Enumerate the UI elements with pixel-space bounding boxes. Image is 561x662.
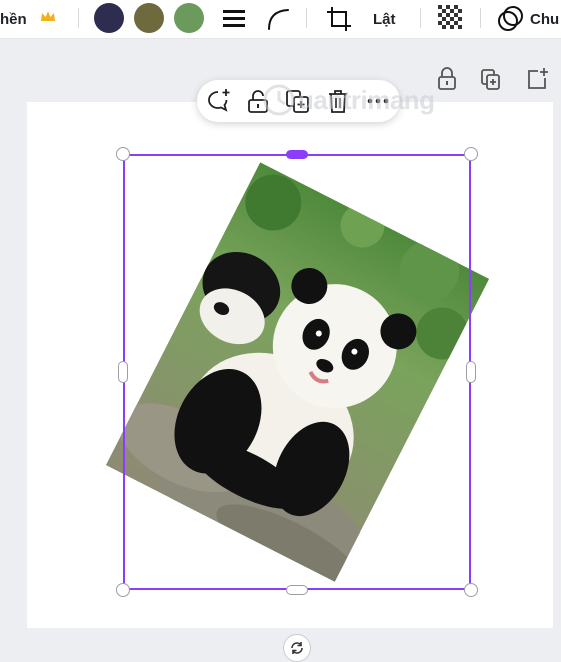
layers-icon[interactable] bbox=[497, 4, 525, 32]
crop-icon[interactable] bbox=[326, 6, 352, 32]
toolbar-separator bbox=[306, 8, 307, 28]
duplicate-icon[interactable] bbox=[480, 66, 502, 92]
add-page-icon[interactable] bbox=[525, 66, 549, 92]
lock-icon[interactable] bbox=[436, 66, 458, 92]
corner-rounding-icon[interactable] bbox=[266, 7, 292, 31]
trash-icon[interactable] bbox=[325, 88, 351, 114]
toolbar-separator bbox=[78, 8, 79, 28]
resize-handle-bottom-right[interactable] bbox=[464, 583, 478, 597]
lock-icon[interactable] bbox=[245, 88, 271, 114]
resize-handle-left[interactable] bbox=[118, 361, 128, 383]
resize-handle-bottom-left[interactable] bbox=[116, 583, 130, 597]
flip-button[interactable]: Lật bbox=[373, 0, 396, 38]
element-context-menu bbox=[197, 80, 400, 122]
comment-add-icon[interactable] bbox=[205, 88, 231, 114]
move-handle[interactable] bbox=[286, 150, 308, 159]
color-swatch-navy[interactable] bbox=[94, 3, 124, 33]
toolbar-separator bbox=[420, 8, 421, 28]
toolbar-separator bbox=[480, 8, 481, 28]
resize-handle-top-left[interactable] bbox=[116, 147, 130, 161]
resize-handle-bottom[interactable] bbox=[286, 585, 308, 595]
editor-toolbar: hền Lật Chu bbox=[0, 0, 561, 39]
resize-handle-right[interactable] bbox=[466, 361, 476, 383]
resize-handle-top-right[interactable] bbox=[464, 147, 478, 161]
toolbar-left-label[interactable]: hền bbox=[0, 0, 27, 38]
color-swatch-olive[interactable] bbox=[134, 3, 164, 33]
duplicate-icon[interactable] bbox=[285, 88, 311, 114]
transparency-icon[interactable] bbox=[438, 5, 464, 31]
crown-icon bbox=[41, 11, 55, 21]
more-icon[interactable] bbox=[365, 88, 391, 114]
toolbar-right-label[interactable]: Chu bbox=[530, 0, 559, 38]
rotate-icon bbox=[291, 642, 303, 654]
selection-frame bbox=[123, 154, 471, 590]
color-swatch-green[interactable] bbox=[174, 3, 204, 33]
rotate-button[interactable] bbox=[283, 634, 311, 662]
line-weight-icon[interactable] bbox=[222, 8, 246, 30]
